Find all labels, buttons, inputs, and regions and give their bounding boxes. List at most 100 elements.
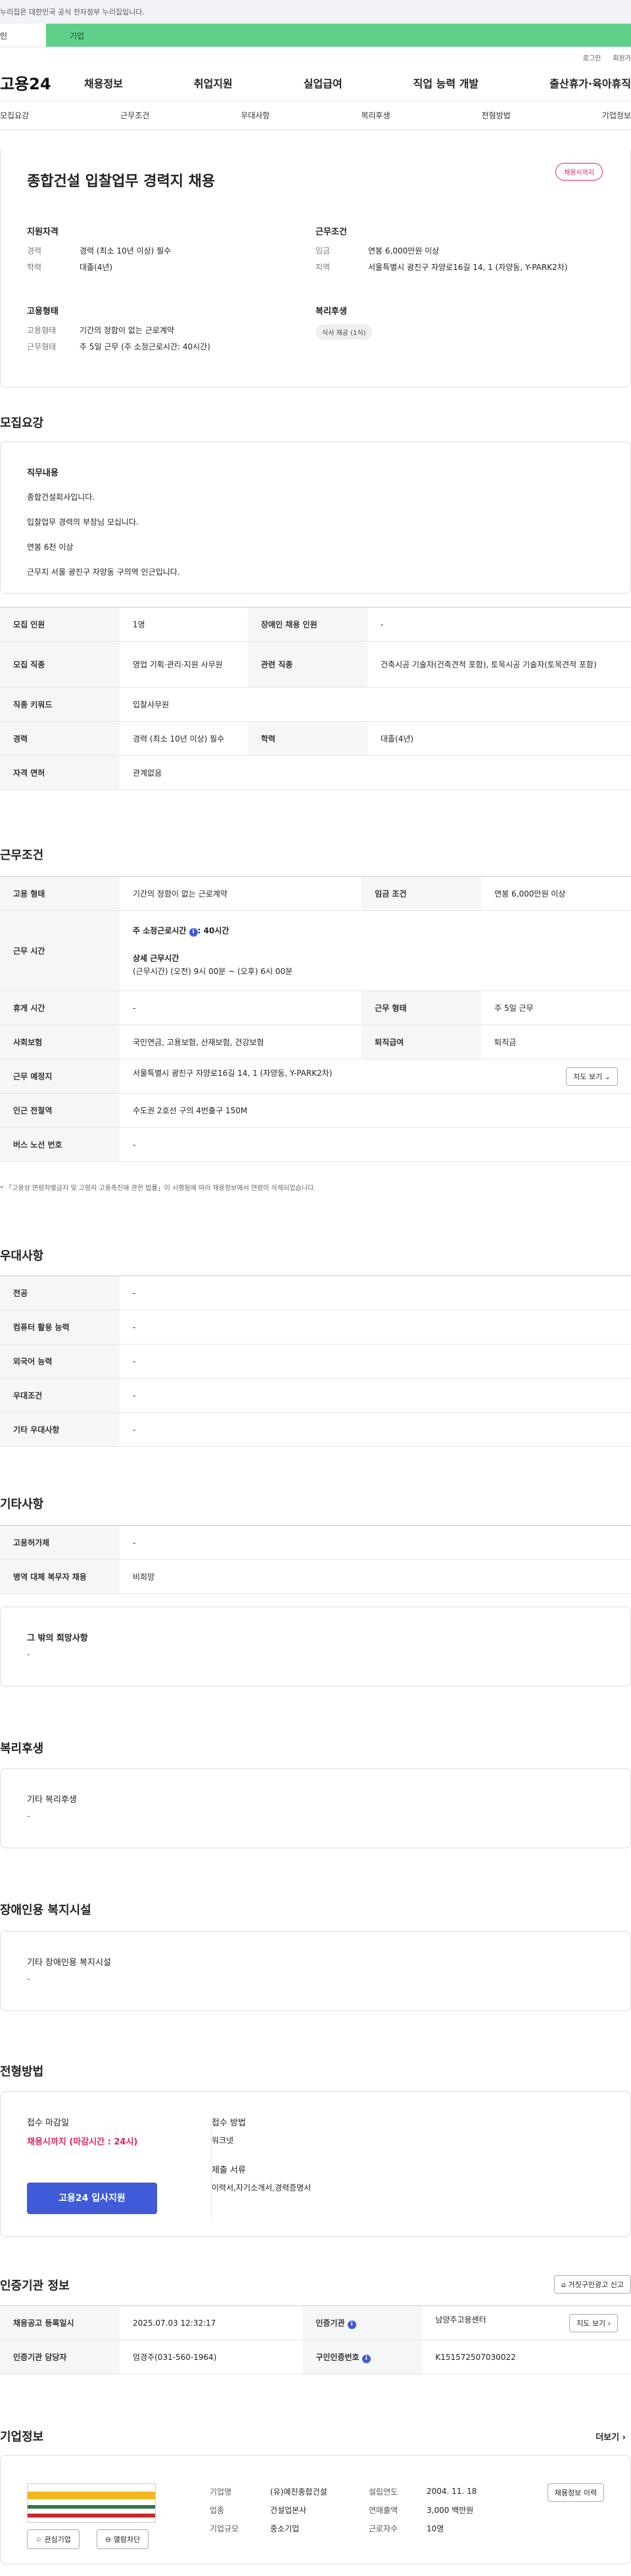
block-icon: ⊖ — [105, 2535, 112, 2544]
cell-value: - — [367, 607, 631, 642]
gnb-item[interactable]: 취업지원 — [194, 75, 233, 91]
report-button[interactable]: ⌂ 거짓구인광고 신고 — [554, 2275, 631, 2294]
section-tab[interactable]: 우대사항 — [241, 110, 269, 121]
cert-org-label: 인증기관 — [316, 2318, 345, 2328]
tab-personal[interactable]: 인 — [0, 24, 46, 47]
cell-header: 우대조건 — [0, 1378, 120, 1413]
report-button-label: 거짓구인광고 신고 — [568, 2280, 624, 2289]
section-tab[interactable]: 모집요강 — [0, 110, 29, 121]
info-icon[interactable]: i — [347, 2320, 356, 2329]
disab-card: 기타 장애인용 복지시설 - — [0, 1931, 631, 2011]
cell-header: 임금 조건 — [362, 876, 482, 911]
cell-header: 컴퓨터 활용 능력 — [0, 1310, 120, 1344]
work-section-title: 근무조건 — [0, 849, 44, 862]
info-icon[interactable]: i — [362, 2354, 371, 2363]
cert-number-label: 구인인증번호 — [316, 2352, 360, 2362]
table-row: 병역 대체 복무자 채용 비희망 — [0, 1559, 631, 1594]
company-value: 중소기업 — [270, 2523, 300, 2533]
company-value: (유)예진종합건설 — [270, 2487, 327, 2497]
qual-value: 경력 (최소 10년 이상) 필수 — [80, 246, 172, 255]
cell-value: 경력 (최소 10년 이상) 필수 — [120, 721, 248, 756]
cell-value: 국민연금, 고용보험, 산재보험, 건강보험 — [120, 1025, 362, 1059]
company-key: 업종 — [210, 2505, 225, 2515]
history-button[interactable]: 채용정보 이력 — [547, 2483, 604, 2502]
welfare-block: 복리후생 식사 제공 (1식) — [316, 304, 604, 357]
wish-title: 그 밖의 희망사항 — [27, 1633, 88, 1643]
wish-card: 그 밖의 희망사항 - — [0, 1607, 631, 1687]
section-tab[interactable]: 복리후생 — [361, 110, 390, 121]
company-row: 기업규모 중소기업 근로자수 10명 — [210, 2519, 505, 2537]
employment-block: 고용형태 고용형태 기간의 정함이 없는 근로계약 근무형태 주 5일 근무 (주 … — [27, 304, 316, 357]
more-link[interactable]: 더보기 › — [596, 2430, 626, 2443]
map-button-label: 지도 보기 — [573, 1072, 603, 1081]
company-row: 기업명 (유)예진종합건설 설립연도 2004. 11. 18 — [210, 2482, 505, 2500]
cell-header: 구인인증번호 i — [302, 2340, 423, 2374]
cert-org-value: 남양주고용센터 — [435, 2315, 486, 2324]
company-info: 기업명 (유)예진종합건설 설립연도 2004. 11. 18 업종 건설업본사 연매출액 3… — [210, 2482, 505, 2537]
cell-value: - — [120, 1276, 631, 1310]
cell-header: 휴게 시간 — [0, 990, 120, 1025]
cell-value: 남양주고용센터 지도 보기 › — [422, 2305, 631, 2340]
cell-header: 관련 직종 — [247, 641, 367, 688]
table-row: 컴퓨터 활용 능력 - — [0, 1310, 631, 1344]
section-tab[interactable]: 전형방법 — [482, 110, 511, 121]
top-notice: 누리집은 대한민국 공식 전자정부 누리집입니다. — [0, 0, 631, 24]
cell-value: 대졸(4년) — [367, 721, 631, 756]
table-row: 근무 시간 주 소정근로시간 i: 40시간 상세 근무시간 (근무시간) (오… — [0, 910, 631, 991]
cell-header: 장애인 채용 인원 — [247, 607, 367, 642]
gnb-item[interactable]: 직업 능력 개발 — [413, 75, 479, 91]
table-row: 인근 전철역 수도권 2호선 구의 4번출구 150M — [0, 1093, 631, 1128]
weekly-hours-value: : 40시간 — [197, 925, 229, 935]
cell-value: - — [120, 1310, 631, 1344]
cert-map-label: 지도 보기 — [576, 2319, 606, 2328]
site-logo[interactable]: 고용24 — [0, 71, 84, 94]
chevron-right-icon: › — [607, 2319, 611, 2328]
table-row: 전공 - — [0, 1276, 631, 1310]
table-row: 휴게 시간 - 근무 형태 주 5일 근무 — [0, 990, 631, 1025]
chevron-down-icon: ⌄ — [604, 1072, 611, 1081]
cell-value: 수도권 2호선 구의 4번출구 150M — [120, 1093, 631, 1128]
apply-button[interactable]: 고용24 입사지원 — [27, 2183, 157, 2214]
section-tab[interactable]: 근무조건 — [120, 110, 149, 121]
table-row: 직종 키워드 입찰사무원 — [0, 687, 631, 722]
login-link[interactable]: 로그인 — [583, 55, 601, 62]
section-tab[interactable]: 기업정보 — [602, 110, 631, 121]
deadline-badge: 채용시까지 — [555, 163, 603, 181]
pref-table: 전공 - 컴퓨터 활용 능력 - 외국어 능력 - 우대조건 - 기타 우대사항 - — [0, 1276, 631, 1447]
cell-value: 1명 — [120, 607, 248, 642]
gnb-item[interactable]: 실업급여 — [304, 75, 342, 91]
gnb-item[interactable]: 출산휴가·육아휴직 — [549, 75, 631, 91]
tab-corporate[interactable]: 기업 — [46, 24, 631, 47]
cell-header: 모집 인원 — [0, 607, 120, 642]
other-section-title: 기타사항 — [0, 1498, 44, 1511]
disab-sub: 기타 장애인용 복지시설 — [27, 1958, 111, 1968]
join-link[interactable]: 회원가 — [613, 55, 631, 62]
cert-map-button[interactable]: 지도 보기 › — [569, 2313, 618, 2332]
job-title: 종합건설 입찰업무 경력지 채용 — [27, 173, 216, 190]
favorite-button[interactable]: ☆ 관심기업 — [27, 2529, 80, 2549]
cert-table: 채용공고 등록일시 2025.07.03 12:32:17 인증기관 i 남양주고용센… — [0, 2305, 631, 2374]
cert-section-title: 인증기관 정보 — [0, 2279, 70, 2293]
qual-value: 대졸(4년) — [80, 263, 113, 272]
benefit-card: 기타 복리후생 - — [0, 1768, 631, 1848]
hours-cell: 주 소정근로시간 i: 40시간 상세 근무시간 (근무시간) (오전) 9시 … — [120, 910, 631, 991]
gnb-item[interactable]: 채용정보 — [84, 75, 123, 91]
condition-title: 근무조건 — [316, 227, 347, 237]
map-button[interactable]: 지도 보기 ⌄ — [566, 1067, 618, 1086]
emp-label: 고용형태 — [27, 326, 57, 335]
duty-line: 입찰업무 경력의 부장님 모십니다. — [27, 518, 139, 527]
block-button[interactable]: ⊖ 열람차단 — [97, 2529, 149, 2549]
company-section-title: 기업정보 — [0, 2430, 44, 2444]
cond-value: 서울특별시 광진구 자양로16길 14, 1 (자양동, Y-PARK2차) — [368, 263, 568, 272]
company-key: 연매출액 — [369, 2505, 398, 2515]
cell-header: 병역 대체 복무자 채용 — [0, 1559, 120, 1594]
cell-header: 기타 우대사항 — [0, 1412, 120, 1447]
house-icon: ⌂ — [561, 2280, 567, 2289]
cell-header: 채용공고 등록일시 — [0, 2305, 120, 2340]
company-key: 설립연도 — [369, 2487, 398, 2497]
cell-value: K151572507030022 — [422, 2340, 631, 2374]
company-value: 10명 — [427, 2523, 444, 2533]
info-icon[interactable]: i — [189, 927, 198, 937]
cell-header: 직종 키워드 — [0, 687, 120, 722]
cell-value: - — [120, 1525, 631, 1560]
